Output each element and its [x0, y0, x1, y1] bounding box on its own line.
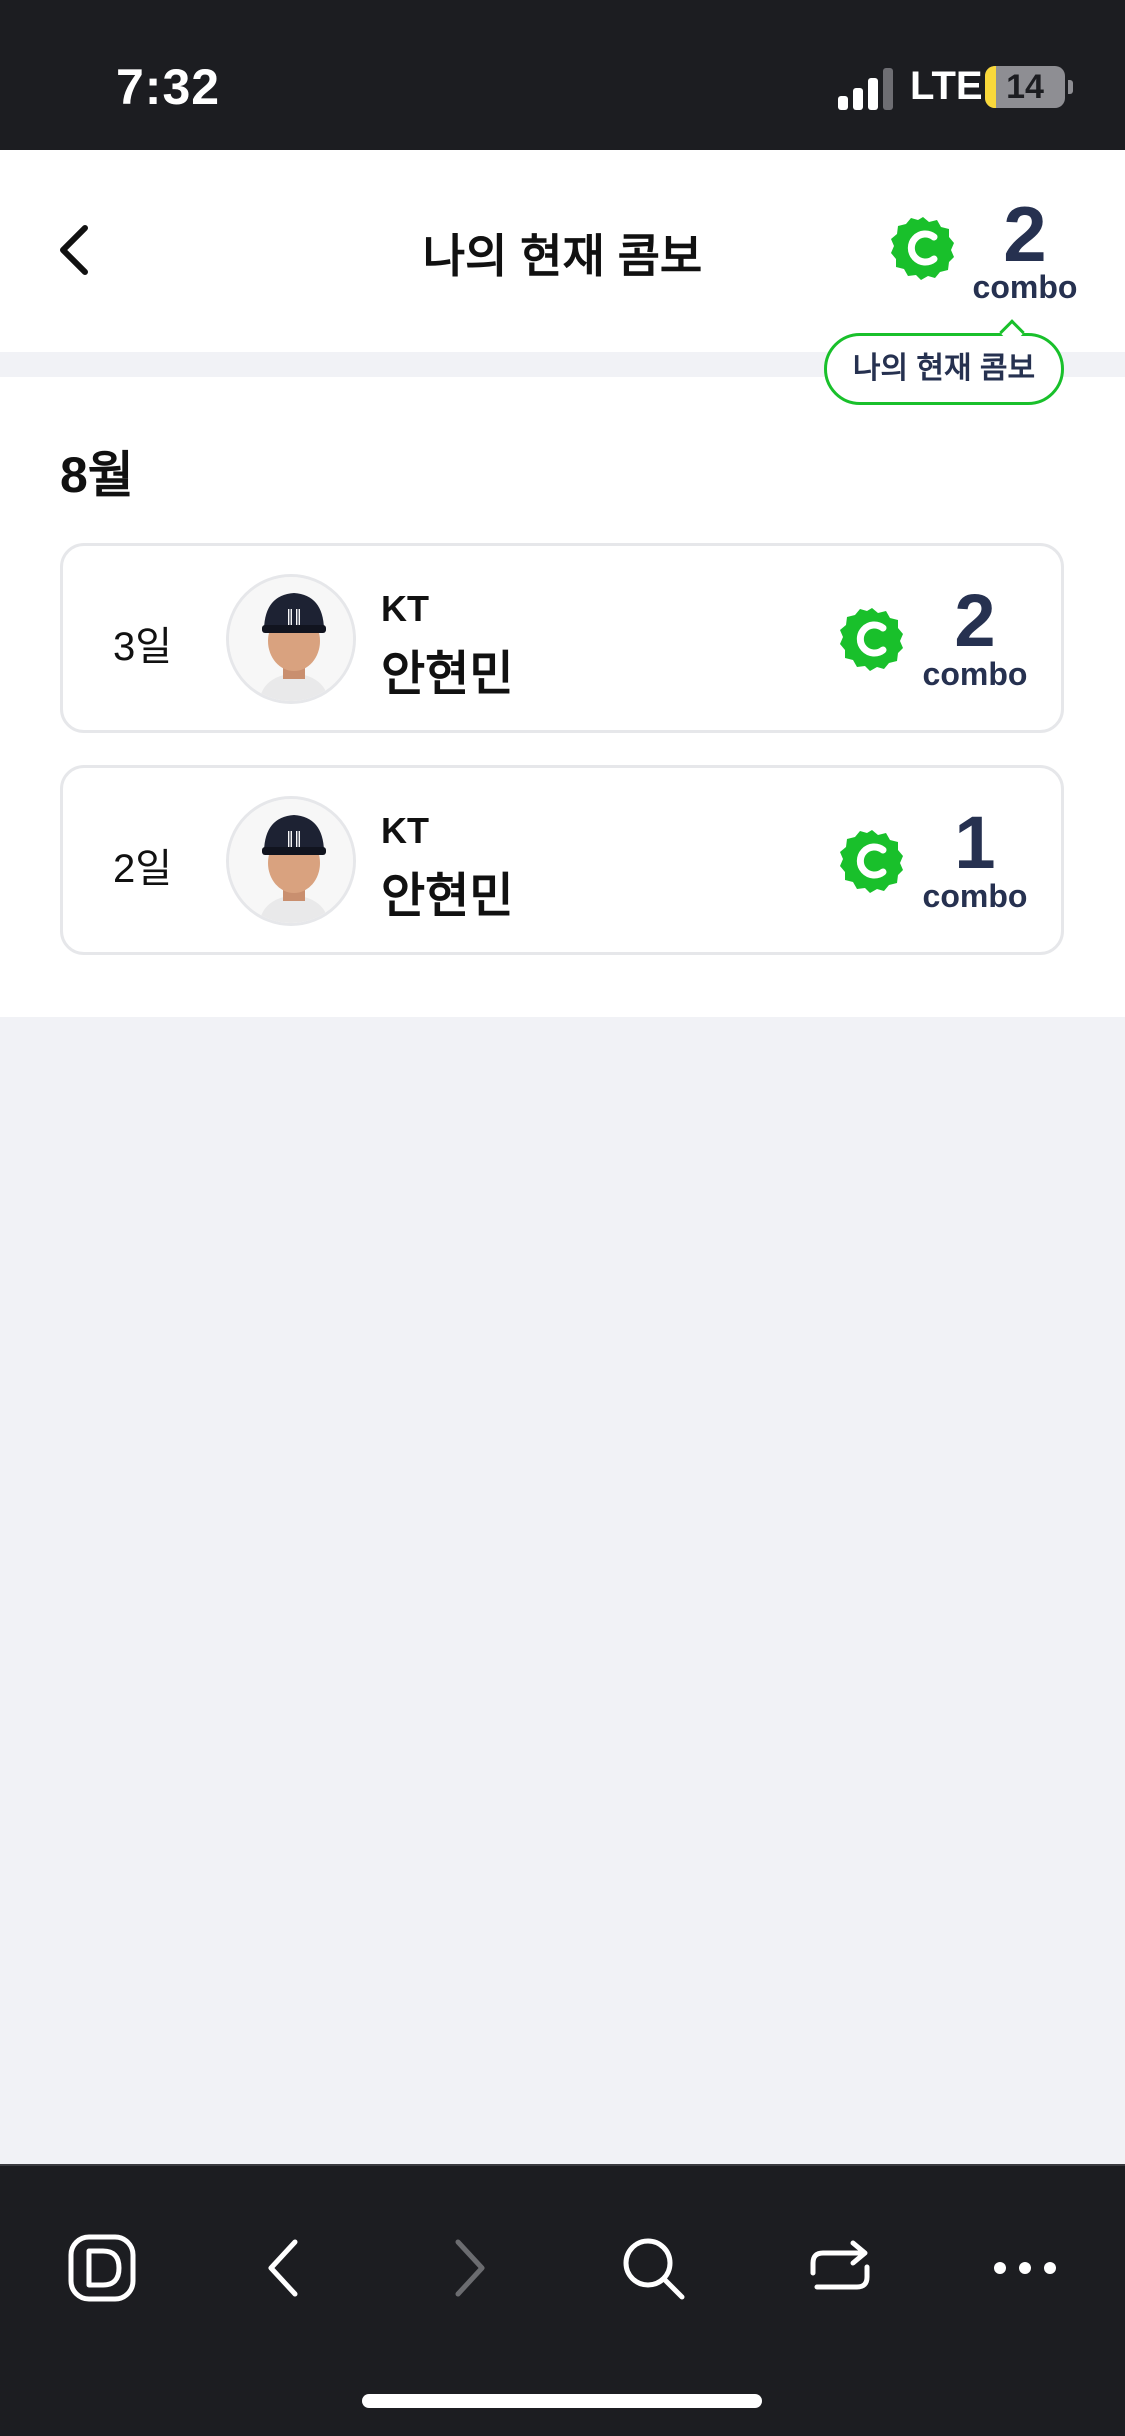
header: 나의 현재 콤보 2 combo	[0, 150, 1125, 352]
player-avatar: ‖‖	[226, 796, 356, 926]
battery-level: 14	[1006, 68, 1044, 106]
svg-text:‖‖: ‖‖	[286, 828, 302, 847]
entry-day: 2일	[113, 847, 173, 891]
player-avatar: ‖‖	[226, 574, 356, 704]
entry-combo-count: 1	[954, 801, 996, 884]
more-button[interactable]	[975, 2218, 1075, 2318]
battery-icon: 14	[985, 66, 1065, 108]
player-name: 안현민	[381, 648, 514, 701]
combo-badge-icon	[840, 608, 903, 671]
current-combo: 2 combo	[890, 195, 1090, 315]
back-icon	[268, 2239, 298, 2297]
search-button[interactable]	[603, 2218, 703, 2318]
svg-text:‖‖: ‖‖	[286, 606, 302, 625]
combo-tooltip: 나의 현재 콤보	[824, 333, 1064, 405]
combo-label: combo	[972, 269, 1078, 305]
app-logo-icon	[68, 2234, 136, 2302]
player-photo-icon: ‖‖	[229, 799, 353, 923]
network-type: LTE	[910, 64, 983, 108]
nav-back-button[interactable]	[233, 2218, 333, 2318]
combo-history: 8월 3일 ‖‖ KT 안현민 2 combo 2일 ‖‖ KT 안현민 1 c…	[0, 377, 1125, 1017]
entry-day: 3일	[113, 625, 173, 669]
combo-badge-icon	[840, 830, 903, 893]
player-team: KT	[381, 588, 429, 629]
nav-forward-button[interactable]	[420, 2218, 520, 2318]
combo-entry-card[interactable]: 2일 ‖‖ KT 안현민 1 combo	[60, 765, 1064, 955]
entry-combo-count: 2	[954, 579, 996, 662]
share-button[interactable]	[790, 2218, 890, 2318]
more-icon	[994, 2262, 1056, 2274]
forward-icon	[455, 2239, 485, 2297]
player-team: KT	[381, 810, 429, 851]
combo-count: 2	[1003, 190, 1047, 278]
entry-combo-label: combo	[922, 656, 1028, 692]
home-indicator[interactable]	[362, 2394, 762, 2408]
search-icon	[623, 2238, 685, 2300]
combo-entry-card[interactable]: 3일 ‖‖ KT 안현민 2 combo	[60, 543, 1064, 733]
player-photo-icon: ‖‖	[229, 577, 353, 701]
player-name: 안현민	[381, 870, 514, 923]
status-time: 7:32	[116, 59, 221, 115]
share-icon	[810, 2240, 870, 2290]
month-heading: 8월	[60, 447, 134, 503]
combo-badge-icon	[891, 217, 954, 280]
status-bar: 7:32 LTE 14	[0, 0, 1125, 150]
battery-tip	[1068, 80, 1073, 94]
entry-combo-label: combo	[922, 878, 1028, 914]
signal-strength-icon	[838, 68, 893, 110]
app-logo-button[interactable]	[52, 2218, 152, 2318]
